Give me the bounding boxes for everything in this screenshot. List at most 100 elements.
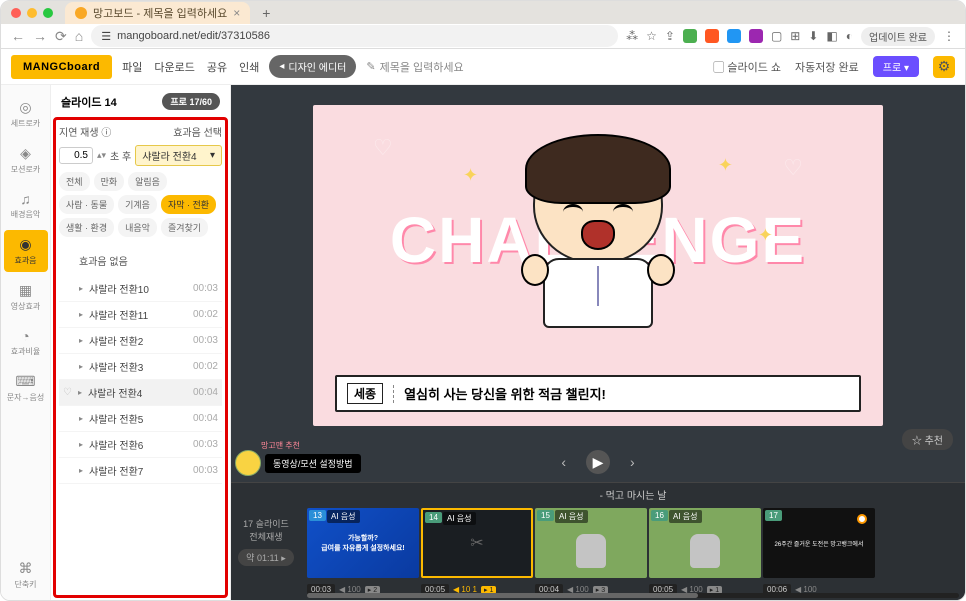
url-field[interactable]: ☰ mangoboard.net/edit/37310586: [91, 25, 618, 47]
rail-sfx[interactable]: ◉효과음: [4, 230, 48, 272]
menu-icon[interactable]: ⋮: [943, 29, 955, 43]
cat-fav[interactable]: 즐겨찾기: [161, 218, 208, 237]
profile-icon[interactable]: ◐: [846, 29, 853, 43]
total-duration-pill[interactable]: 약 01:11 ▸: [238, 549, 294, 566]
rail-videosfx[interactable]: ▦영상효과: [4, 276, 48, 318]
chevron-down-icon: ▾: [210, 150, 215, 161]
extension-icon[interactable]: [727, 29, 741, 43]
rail-tts[interactable]: ⌨문자→음성: [4, 367, 48, 409]
new-tab-button[interactable]: +: [256, 5, 276, 21]
extension-icon[interactable]: [749, 29, 763, 43]
effect-row[interactable]: ▸샤랄라 전환700:03: [59, 458, 222, 484]
rail-sfxcut[interactable]: ◔효과비율: [4, 322, 48, 363]
reload-button[interactable]: ⟳: [55, 28, 67, 45]
logo[interactable]: MANGCboard: [11, 55, 112, 79]
extension-icon[interactable]: [705, 29, 719, 43]
translate-icon[interactable]: ⁂: [626, 29, 638, 43]
rail-setloca[interactable]: ◎세트로카: [4, 93, 48, 135]
play-icon[interactable]: ▸: [79, 362, 83, 371]
no-effect-option[interactable]: 효과음 없음: [59, 245, 222, 276]
url-text: mangoboard.net/edit/37310586: [117, 30, 270, 42]
thumb-ai-tag: AI 음성: [555, 510, 588, 523]
caption-bar: 세종 열심히 사는 당신을 위한 적금 챌린지!: [335, 375, 861, 412]
effect-row[interactable]: ▸샤랄라 전환500:04: [59, 406, 222, 432]
cat-content[interactable]: 내음악: [118, 218, 157, 237]
play-icon[interactable]: ▸: [79, 466, 83, 475]
effect-row[interactable]: ▸샤랄라 전환1100:02: [59, 302, 222, 328]
bookmark-icon[interactable]: ☆: [646, 29, 657, 43]
timeline-scrollbar[interactable]: [307, 593, 959, 598]
effect-row[interactable]: ▸샤랄라 전환300:02: [59, 354, 222, 380]
timeline-thumb[interactable]: 1726주간 즐거운 도전은 망고뱅크에서: [763, 508, 875, 578]
cat-all[interactable]: 전체: [59, 172, 90, 191]
caption-text: 열심히 사는 당신을 위한 적금 챌린지!: [404, 384, 606, 403]
settings-button[interactable]: ⚙: [933, 56, 955, 78]
app-header: MANGCboard 파일 다운로드 공유 인쇄 ◂ 디자인 에디터 ✎ 제목을…: [1, 49, 965, 85]
slide-preview[interactable]: CHALLENGE ✦ ✦ ✦: [313, 105, 883, 426]
play-icon[interactable]: ▸: [79, 284, 83, 293]
cat-machine[interactable]: 기계음: [118, 195, 157, 214]
slideshow-button[interactable]: ▢ 슬라이드 쇼: [713, 59, 781, 75]
mascot-icon: [235, 450, 261, 476]
update-button[interactable]: 업데이트 완료: [861, 27, 935, 46]
timeline-thumb[interactable]: 15AI 음성: [535, 508, 647, 578]
cat-caption[interactable]: 자막 · 전환: [161, 195, 216, 214]
crop-icon: ✂: [470, 533, 483, 553]
close-window-icon[interactable]: [11, 8, 21, 18]
cat-person[interactable]: 사람 · 동물: [59, 195, 114, 214]
download-icon[interactable]: ⬇: [808, 29, 818, 43]
pro-badge[interactable]: 프로 ▾: [873, 56, 919, 77]
effect-row[interactable]: ▸샤랄라 전환1000:03: [59, 276, 222, 302]
effect-row[interactable]: ▸샤랄라 전환600:03: [59, 432, 222, 458]
effect-name: 샤랄라 전환11: [89, 307, 187, 322]
delay-unit: 초 후: [110, 148, 131, 163]
heart-icon[interactable]: ♡: [63, 387, 72, 398]
recommend-button[interactable]: ☆ 추천: [902, 429, 953, 450]
window-icon[interactable]: ▢: [771, 29, 782, 43]
effect-dropdown[interactable]: 샤랄라 전환4 ▾: [135, 145, 222, 166]
menu-print[interactable]: 인쇄: [239, 59, 259, 75]
timeline-thumb[interactable]: 13AI 음성가능할까? 급여를 자유롭게 설정하세요!: [307, 508, 419, 578]
thumb-ai-tag: AI 음성: [327, 510, 360, 523]
menu-share[interactable]: 공유: [207, 59, 227, 75]
minimize-window-icon[interactable]: [27, 8, 37, 18]
extensions-icon[interactable]: ◧: [826, 29, 837, 43]
stepper-icon[interactable]: ▴▾: [97, 150, 106, 161]
delay-input[interactable]: [59, 147, 93, 164]
play-button[interactable]: ▶: [586, 450, 610, 474]
menu-download[interactable]: 다운로드: [154, 59, 194, 75]
cat-alert[interactable]: 알림음: [128, 172, 167, 191]
design-editor-toggle[interactable]: ◂ 디자인 에디터: [269, 55, 356, 78]
close-tab-icon[interactable]: ×: [233, 6, 240, 20]
menu-file[interactable]: 파일: [122, 59, 142, 75]
cat-cartoon[interactable]: 만화: [94, 172, 125, 191]
back-button[interactable]: ←: [11, 28, 25, 44]
effect-row[interactable]: ▸샤랄라 전환200:03: [59, 328, 222, 354]
timeline-thumb[interactable]: 14AI 음성✂: [421, 508, 533, 578]
title-input[interactable]: ✎ 제목을 입력하세요: [366, 59, 703, 75]
share-icon[interactable]: ⇪: [665, 29, 675, 43]
thumb-number: 17: [765, 510, 782, 521]
play-icon[interactable]: ▸: [79, 336, 83, 345]
home-button[interactable]: ⌂: [75, 28, 83, 44]
play-icon[interactable]: ▸: [78, 388, 82, 397]
play-icon[interactable]: ▸: [79, 414, 83, 423]
next-slide-button[interactable]: ›: [630, 454, 635, 470]
rail-bgm[interactable]: ♫배경음악: [4, 185, 48, 226]
address-bar: ← → ⟳ ⌂ ☰ mangoboard.net/edit/37310586 ⁂…: [1, 24, 965, 49]
forward-button[interactable]: →: [33, 28, 47, 44]
qr-icon[interactable]: ⊞: [790, 29, 800, 43]
play-icon[interactable]: ▸: [79, 440, 83, 449]
rail-motionloca[interactable]: ◈모션로카: [4, 139, 48, 181]
rail-shortcut[interactable]: ⌘단축키: [4, 554, 48, 600]
maximize-window-icon[interactable]: [43, 8, 53, 18]
mascot-tip[interactable]: 망고맨 추천 동영상/모션 설정방법: [235, 450, 361, 476]
effect-row[interactable]: ♡▸샤랄라 전환400:04: [59, 380, 222, 406]
timeline-thumb[interactable]: 16AI 음성: [649, 508, 761, 578]
prev-slide-button[interactable]: ‹: [561, 454, 566, 470]
extension-icon[interactable]: [683, 29, 697, 43]
play-icon[interactable]: ▸: [79, 310, 83, 319]
thumb-number: 13: [309, 510, 326, 521]
browser-tab[interactable]: 망고보드 - 제목을 입력하세요 ×: [65, 2, 250, 24]
cat-life[interactable]: 생활 · 환경: [59, 218, 114, 237]
